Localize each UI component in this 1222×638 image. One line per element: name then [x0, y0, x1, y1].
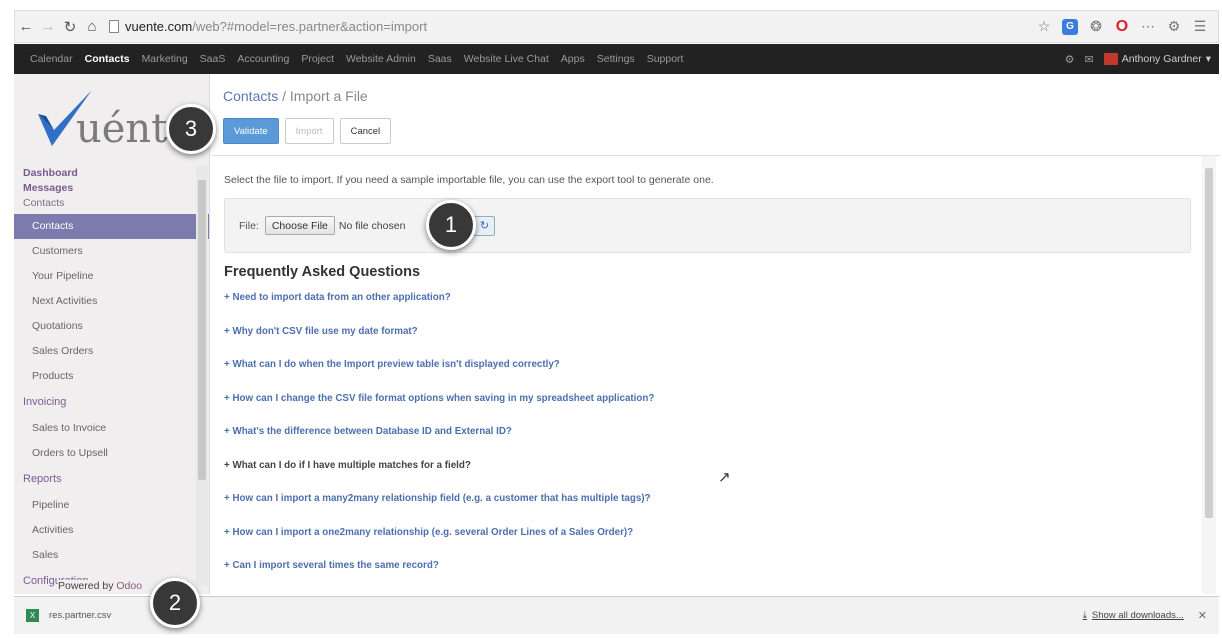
callout-marker: 3: [166, 104, 216, 154]
breadcrumb-separator: /: [282, 88, 287, 104]
menu-accounting[interactable]: Accounting: [231, 53, 295, 65]
sidebar-reports-heading: Reports: [23, 473, 62, 485]
csv-file-icon: X: [26, 609, 39, 622]
validate-button[interactable]: Validate: [223, 118, 279, 144]
url-host: vuente.com: [125, 19, 193, 34]
sidebar-item-quotations[interactable]: Quotations: [14, 314, 209, 339]
import-view: Select the file to import. If you need a…: [211, 156, 1219, 594]
sidebar-dashboard[interactable]: Dashboard: [14, 166, 209, 181]
close-icon[interactable]: ✕: [1198, 609, 1207, 622]
no-file-chosen: No file chosen: [338, 219, 406, 232]
mouse-pointer-icon: ↗: [718, 469, 731, 486]
extension-icon[interactable]: G: [1062, 18, 1078, 35]
menu-website-live-chat[interactable]: Website Live Chat: [458, 53, 555, 65]
sidebar-messages[interactable]: Messages: [14, 181, 209, 196]
odoo-link[interactable]: Odoo: [116, 580, 142, 592]
menu-project[interactable]: Project: [295, 53, 340, 65]
opera-icon[interactable]: O: [1114, 18, 1130, 35]
menu-calendar[interactable]: Calendar: [24, 53, 79, 65]
sidebar-item-next-activities[interactable]: Next Activities: [14, 289, 209, 314]
callout-marker: 1: [426, 200, 476, 250]
puzzle-icon[interactable]: ❂: [1088, 18, 1104, 35]
file-panel: File: Choose File No file chosen ↻: [224, 198, 1191, 253]
faq-item[interactable]: + How can I import a one2many relationsh…: [224, 525, 654, 559]
sidebar-item-pipeline[interactable]: Pipeline: [14, 493, 209, 518]
menu-apps[interactable]: Apps: [555, 53, 591, 65]
cancel-button[interactable]: Cancel: [339, 118, 392, 144]
sidebar-item-orders-to-upsell[interactable]: Orders to Upsell: [14, 441, 209, 466]
main-scrollbar[interactable]: [1202, 156, 1216, 594]
show-all-label: Show all downloads...: [1091, 610, 1184, 621]
callout-marker: 2: [150, 578, 200, 628]
import-button[interactable]: Import: [284, 118, 334, 144]
menu-saas-2[interactable]: Saas: [422, 53, 458, 65]
caret-down-icon: ▾: [1205, 53, 1211, 65]
faq-item[interactable]: + What can I do if I have multiple match…: [224, 458, 654, 492]
sidebar-item-activities[interactable]: Activities: [14, 518, 209, 543]
faq-item[interactable]: + Need to import data from an other appl…: [224, 290, 654, 324]
page-icon: [109, 20, 119, 33]
forward-icon[interactable]: →: [37, 18, 59, 35]
choose-file-button[interactable]: Choose File: [264, 216, 335, 235]
sidebar-item-products[interactable]: Products: [14, 364, 209, 389]
sidebar-item-contacts[interactable]: Contacts: [14, 214, 209, 239]
menu-marketing[interactable]: Marketing: [136, 53, 194, 65]
refresh-icon: ↻: [479, 220, 490, 232]
user-menu[interactable]: Anthony Gardner ▾: [1103, 53, 1211, 65]
sidebar-item-sales-orders[interactable]: Sales Orders: [14, 339, 209, 364]
reload-file-button[interactable]: ↻: [473, 215, 496, 236]
user-name: Anthony Gardner: [1121, 53, 1202, 65]
back-icon[interactable]: ←: [15, 18, 37, 35]
star-icon[interactable]: ☆: [1036, 18, 1052, 35]
top-menu: Calendar Contacts Marketing SaaS Account…: [14, 44, 1219, 74]
sidebar-contacts-heading: Contacts: [23, 197, 65, 209]
faq-item[interactable]: + Why don't CSV file use my date format?: [224, 324, 654, 358]
home-icon[interactable]: ⌂: [81, 18, 103, 35]
breadcrumb: Contacts / Import a File: [223, 88, 368, 104]
faq-item[interactable]: + Can I import several times the same re…: [224, 558, 654, 592]
download-icon: ⤓: [1082, 610, 1087, 621]
settings-icon[interactable]: ⚙: [1065, 53, 1075, 66]
faq-item[interactable]: + How can I change the CSV file format o…: [224, 391, 654, 425]
faq-title: Frequently Asked Questions: [224, 264, 421, 280]
download-file-name: res.partner.csv: [49, 610, 112, 621]
breadcrumb-current: Import a File: [289, 88, 368, 104]
main-scrollbar-thumb[interactable]: [1205, 168, 1213, 518]
powered-by-label: Powered by: [58, 580, 114, 592]
sidebar-scrollbar-thumb[interactable]: [198, 180, 206, 480]
chat-icon[interactable]: ✉: [1085, 53, 1094, 66]
faq-item[interactable]: + What's the difference between Database…: [224, 424, 654, 458]
url-path: /web?#model=res.partner&action=import: [192, 19, 428, 34]
sidebar-scrollbar[interactable]: [196, 166, 208, 586]
breadcrumb-contacts[interactable]: Contacts: [223, 88, 278, 104]
show-all-downloads-link[interactable]: ⤓ Show all downloads...: [1083, 610, 1184, 621]
more-icon[interactable]: ⋯: [1140, 18, 1156, 35]
browser-toolbar: ← → ↻ ⌂ vuente.com/web?#model=res.partne…: [14, 10, 1219, 43]
settings-icon[interactable]: ⚙: [1166, 18, 1182, 35]
sidebar-item-your-pipeline[interactable]: Your Pipeline: [14, 264, 209, 289]
faq-item[interactable]: + How can I import a many2many relations…: [224, 491, 654, 525]
sidebar-item-sales-to-invoice[interactable]: Sales to Invoice: [14, 416, 209, 441]
address-bar[interactable]: vuente.com/web?#model=res.partner&action…: [109, 15, 1036, 39]
sidebar-invoicing-heading: Invoicing: [23, 396, 67, 408]
reload-icon[interactable]: ↻: [59, 18, 81, 36]
sidebar-item-sales[interactable]: Sales: [14, 543, 209, 568]
download-item[interactable]: X res.partner.csv: [26, 609, 111, 622]
menu-website-admin[interactable]: Website Admin: [340, 53, 422, 65]
control-panel: Contacts / Import a File Validate Import…: [211, 74, 1219, 156]
powered-by: Powered by Odoo: [58, 580, 143, 592]
faq-list: + Need to import data from an other appl…: [224, 290, 654, 592]
menu-settings[interactable]: Settings: [591, 53, 641, 65]
sidebar-item-customers[interactable]: Customers: [14, 239, 209, 264]
file-label: File:: [239, 219, 259, 232]
menu-support[interactable]: Support: [641, 53, 690, 65]
menu-saas[interactable]: SaaS: [194, 53, 232, 65]
intro-text: Select the file to import. If you need a…: [224, 174, 714, 186]
avatar: [1103, 53, 1118, 65]
menu-icon[interactable]: ☰: [1192, 18, 1208, 35]
menu-contacts[interactable]: Contacts: [79, 53, 136, 65]
faq-item[interactable]: + What can I do when the Import preview …: [224, 357, 654, 391]
